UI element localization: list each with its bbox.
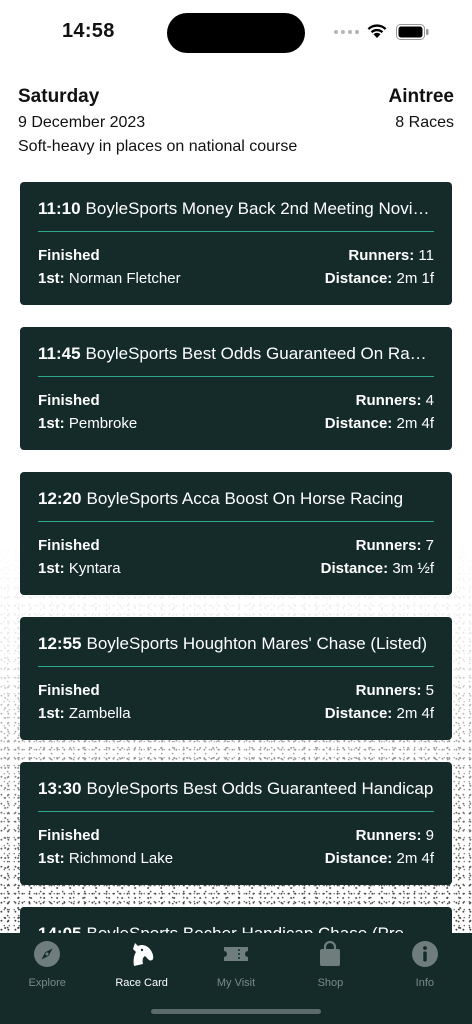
distance-value: 2m 4f: [396, 415, 434, 432]
winner-label: 1st:: [38, 705, 65, 722]
winner-name: Zambella: [68, 705, 131, 722]
race-name: BoyleSports Money Back 2nd Meeting Novic…: [85, 199, 434, 218]
runners-label: Runners:: [355, 682, 422, 699]
race-title: 11:45 BoyleSports Best Odds Guaranteed On…: [38, 343, 434, 365]
tab-label: Race Card: [115, 977, 168, 989]
tab-label: Explore: [28, 977, 66, 989]
race-name: BoyleSports Best Odds Guaranteed On Raci…: [85, 344, 434, 363]
race-divider: [38, 376, 434, 377]
winner-label: 1st:: [38, 850, 65, 867]
distance-value: 2m 1f: [396, 270, 434, 287]
distance-value: 2m 4f: [396, 705, 434, 722]
runners-count: 9: [425, 827, 434, 844]
cellular-signal-icon: [334, 30, 359, 34]
distance-label: Distance:: [324, 270, 393, 287]
winner-name: Kyntara: [68, 560, 121, 577]
race-time: 12:55: [38, 634, 82, 653]
winner-name: Pembroke: [68, 415, 138, 432]
status-bar: 14:58: [0, 0, 472, 62]
race-list: 11:10 BoyleSports Money Back 2nd Meeting …: [20, 182, 452, 1024]
meeting-header: Saturday Aintree 9 December 2023 8 Races…: [18, 86, 454, 156]
tab-label: Shop: [317, 977, 344, 989]
distance-label: Distance:: [324, 705, 393, 722]
runners-label: Runners:: [355, 827, 422, 844]
race-time: 13:30: [38, 779, 82, 798]
distance-label: Distance:: [324, 850, 393, 867]
race-title: 12:55 BoyleSports Houghton Mares' Chase (…: [38, 633, 434, 655]
race-name: BoyleSports Houghton Mares' Chase (Liste…: [86, 634, 428, 653]
going-description: Soft-heavy in places on national course: [18, 138, 298, 155]
runners-count: 7: [425, 537, 434, 554]
horse-head-icon: [127, 939, 157, 969]
compass-icon: [32, 939, 62, 969]
race-name: BoyleSports Acca Boost On Horse Racing: [86, 489, 404, 508]
race-card[interactable]: 12:55 BoyleSports Houghton Mares' Chase (…: [20, 617, 452, 740]
runners-label: Runners:: [348, 247, 415, 264]
race-divider: [38, 666, 434, 667]
distance-label: Distance:: [320, 560, 389, 577]
meeting-day: Saturday: [18, 86, 100, 107]
shopping-bag-icon: [315, 939, 345, 969]
race-divider: [38, 231, 434, 232]
race-time: 12:20: [38, 489, 82, 508]
battery-icon: [396, 24, 429, 40]
runners-label: Runners:: [355, 392, 422, 409]
race-time: 11:10: [38, 199, 81, 218]
runners-count: 4: [425, 392, 434, 409]
runners-count: 11: [418, 247, 434, 264]
tab-label: Info: [415, 977, 434, 989]
race-title: 12:20 BoyleSports Acca Boost On Horse Rac…: [38, 488, 434, 510]
dynamic-island: [167, 13, 305, 53]
race-title: 11:10 BoyleSports Money Back 2nd Meeting …: [38, 198, 434, 220]
race-status: Finished: [38, 682, 100, 699]
winner-label: 1st:: [38, 270, 65, 287]
race-card[interactable]: 13:30 BoyleSports Best Odds Guaranteed Ha…: [20, 762, 452, 885]
home-indicator: [151, 1009, 321, 1014]
tab-info[interactable]: Info: [378, 933, 472, 1024]
wifi-icon: [367, 24, 387, 38]
tab-explore[interactable]: Explore: [0, 933, 94, 1024]
race-name: BoyleSports Best Odds Guaranteed Handica…: [86, 779, 434, 798]
meeting-venue: Aintree: [388, 86, 454, 107]
race-status: Finished: [38, 827, 100, 844]
race-status: Finished: [38, 247, 100, 264]
race-title: 13:30 BoyleSports Best Odds Guaranteed Ha…: [38, 778, 434, 800]
distance-value: 3m ½f: [392, 560, 434, 577]
race-status: Finished: [38, 392, 100, 409]
race-card[interactable]: 11:45 BoyleSports Best Odds Guaranteed On…: [20, 327, 452, 450]
tab-label: My Visit: [216, 977, 256, 989]
race-status: Finished: [38, 537, 100, 554]
meeting-date: 9 December 2023: [18, 114, 146, 131]
winner-name: Richmond Lake: [68, 850, 174, 867]
info-icon: [410, 939, 440, 969]
winner-label: 1st:: [38, 415, 65, 432]
races-count: 8 Races: [395, 114, 454, 131]
race-divider: [38, 811, 434, 812]
runners-label: Runners:: [355, 537, 422, 554]
race-card[interactable]: 12:20 BoyleSports Acca Boost On Horse Rac…: [20, 472, 452, 595]
winner-label: 1st:: [38, 560, 65, 577]
race-time: 11:45: [38, 344, 81, 363]
status-time: 14:58: [62, 20, 115, 42]
ticket-icon: [221, 939, 251, 969]
runners-count: 5: [425, 682, 434, 699]
race-card[interactable]: 11:10 BoyleSports Money Back 2nd Meeting …: [20, 182, 452, 305]
winner-name: Norman Fletcher: [68, 270, 181, 287]
distance-value: 2m 4f: [396, 850, 434, 867]
race-divider: [38, 521, 434, 522]
distance-label: Distance:: [324, 415, 393, 432]
